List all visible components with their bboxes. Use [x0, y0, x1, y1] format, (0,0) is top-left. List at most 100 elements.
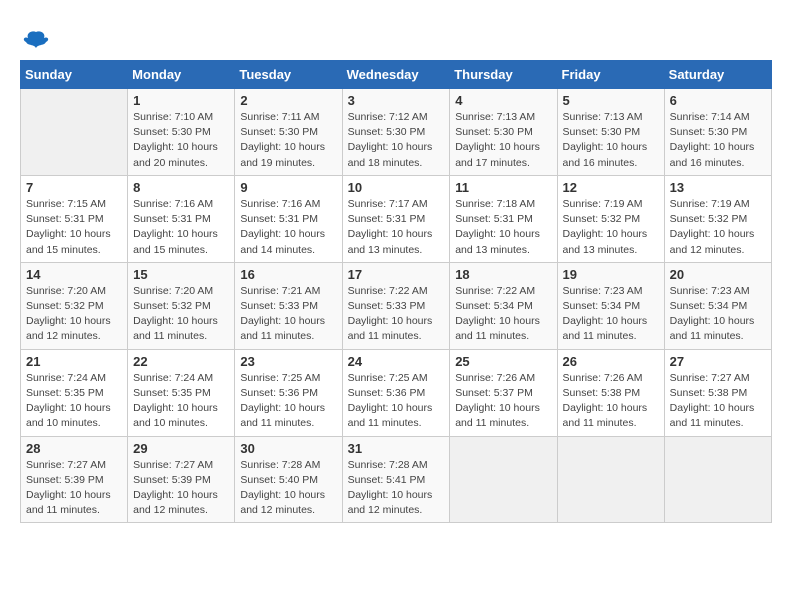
day-info: Sunrise: 7:13 AM Sunset: 5:30 PM Dayligh… [563, 110, 659, 171]
day-info: Sunrise: 7:20 AM Sunset: 5:32 PM Dayligh… [133, 284, 229, 345]
day-number: 15 [133, 267, 229, 282]
day-number: 26 [563, 354, 659, 369]
day-number: 5 [563, 93, 659, 108]
day-info: Sunrise: 7:15 AM Sunset: 5:31 PM Dayligh… [26, 197, 122, 258]
day-number: 7 [26, 180, 122, 195]
day-number: 20 [670, 267, 766, 282]
calendar-cell [664, 436, 771, 523]
calendar-cell: 15 Sunrise: 7:20 AM Sunset: 5:32 PM Dayli… [128, 262, 235, 349]
calendar-cell: 13 Sunrise: 7:19 AM Sunset: 5:32 PM Dayli… [664, 175, 771, 262]
day-number: 3 [348, 93, 445, 108]
day-info: Sunrise: 7:24 AM Sunset: 5:35 PM Dayligh… [26, 371, 122, 432]
calendar-cell: 30 Sunrise: 7:28 AM Sunset: 5:40 PM Dayli… [235, 436, 342, 523]
day-info: Sunrise: 7:23 AM Sunset: 5:34 PM Dayligh… [670, 284, 766, 345]
calendar-cell: 14 Sunrise: 7:20 AM Sunset: 5:32 PM Dayli… [21, 262, 128, 349]
calendar-cell: 2 Sunrise: 7:11 AM Sunset: 5:30 PM Daylig… [235, 89, 342, 176]
day-info: Sunrise: 7:27 AM Sunset: 5:38 PM Dayligh… [670, 371, 766, 432]
day-number: 31 [348, 441, 445, 456]
page-header [20, 24, 772, 52]
day-number: 29 [133, 441, 229, 456]
day-number: 16 [240, 267, 336, 282]
calendar-week-row: 14 Sunrise: 7:20 AM Sunset: 5:32 PM Dayli… [21, 262, 772, 349]
day-info: Sunrise: 7:25 AM Sunset: 5:36 PM Dayligh… [240, 371, 336, 432]
day-info: Sunrise: 7:22 AM Sunset: 5:33 PM Dayligh… [348, 284, 445, 345]
calendar-cell: 5 Sunrise: 7:13 AM Sunset: 5:30 PM Daylig… [557, 89, 664, 176]
day-info: Sunrise: 7:16 AM Sunset: 5:31 PM Dayligh… [133, 197, 229, 258]
calendar-header: SundayMondayTuesdayWednesdayThursdayFrid… [21, 61, 772, 89]
day-number: 30 [240, 441, 336, 456]
logo [20, 28, 50, 52]
day-number: 11 [455, 180, 551, 195]
calendar-cell: 4 Sunrise: 7:13 AM Sunset: 5:30 PM Daylig… [450, 89, 557, 176]
calendar-cell: 16 Sunrise: 7:21 AM Sunset: 5:33 PM Dayli… [235, 262, 342, 349]
calendar-cell: 9Sunrise: 7:16 AM Sunset: 5:31 PM Daylig… [235, 175, 342, 262]
weekday-header-thursday: Thursday [450, 61, 557, 89]
weekday-header-friday: Friday [557, 61, 664, 89]
calendar-cell [21, 89, 128, 176]
calendar-cell: 10 Sunrise: 7:17 AM Sunset: 5:31 PM Dayli… [342, 175, 450, 262]
calendar-week-row: 1 Sunrise: 7:10 AM Sunset: 5:30 PM Daylig… [21, 89, 772, 176]
day-info: Sunrise: 7:19 AM Sunset: 5:32 PM Dayligh… [563, 197, 659, 258]
calendar-cell: 31 Sunrise: 7:28 AM Sunset: 5:41 PM Dayli… [342, 436, 450, 523]
calendar-cell: 1 Sunrise: 7:10 AM Sunset: 5:30 PM Daylig… [128, 89, 235, 176]
calendar-cell: 3Sunrise: 7:12 AM Sunset: 5:30 PM Daylig… [342, 89, 450, 176]
day-number: 14 [26, 267, 122, 282]
calendar-week-row: 28 Sunrise: 7:27 AM Sunset: 5:39 PM Dayli… [21, 436, 772, 523]
day-info: Sunrise: 7:17 AM Sunset: 5:31 PM Dayligh… [348, 197, 445, 258]
calendar-cell [450, 436, 557, 523]
day-number: 23 [240, 354, 336, 369]
calendar-cell: 29Sunrise: 7:27 AM Sunset: 5:39 PM Dayli… [128, 436, 235, 523]
calendar-cell: 23 Sunrise: 7:25 AM Sunset: 5:36 PM Dayli… [235, 349, 342, 436]
day-info: Sunrise: 7:26 AM Sunset: 5:37 PM Dayligh… [455, 371, 551, 432]
day-number: 28 [26, 441, 122, 456]
weekday-header-row: SundayMondayTuesdayWednesdayThursdayFrid… [21, 61, 772, 89]
weekday-header-tuesday: Tuesday [235, 61, 342, 89]
calendar-cell: 6Sunrise: 7:14 AM Sunset: 5:30 PM Daylig… [664, 89, 771, 176]
day-number: 27 [670, 354, 766, 369]
day-info: Sunrise: 7:20 AM Sunset: 5:32 PM Dayligh… [26, 284, 122, 345]
day-number: 17 [348, 267, 445, 282]
day-number: 25 [455, 354, 551, 369]
day-number: 22 [133, 354, 229, 369]
day-info: Sunrise: 7:26 AM Sunset: 5:38 PM Dayligh… [563, 371, 659, 432]
weekday-header-sunday: Sunday [21, 61, 128, 89]
day-number: 12 [563, 180, 659, 195]
day-number: 24 [348, 354, 445, 369]
calendar-cell [557, 436, 664, 523]
day-number: 19 [563, 267, 659, 282]
day-info: Sunrise: 7:13 AM Sunset: 5:30 PM Dayligh… [455, 110, 551, 171]
calendar-cell: 17 Sunrise: 7:22 AM Sunset: 5:33 PM Dayli… [342, 262, 450, 349]
day-info: Sunrise: 7:18 AM Sunset: 5:31 PM Dayligh… [455, 197, 551, 258]
weekday-header-monday: Monday [128, 61, 235, 89]
calendar-week-row: 21 Sunrise: 7:24 AM Sunset: 5:35 PM Dayli… [21, 349, 772, 436]
day-info: Sunrise: 7:21 AM Sunset: 5:33 PM Dayligh… [240, 284, 336, 345]
day-number: 13 [670, 180, 766, 195]
weekday-header-wednesday: Wednesday [342, 61, 450, 89]
calendar-week-row: 7 Sunrise: 7:15 AM Sunset: 5:31 PM Daylig… [21, 175, 772, 262]
day-info: Sunrise: 7:28 AM Sunset: 5:41 PM Dayligh… [348, 458, 445, 519]
day-number: 2 [240, 93, 336, 108]
day-number: 1 [133, 93, 229, 108]
day-info: Sunrise: 7:11 AM Sunset: 5:30 PM Dayligh… [240, 110, 336, 171]
day-number: 4 [455, 93, 551, 108]
day-number: 10 [348, 180, 445, 195]
calendar-cell: 8 Sunrise: 7:16 AM Sunset: 5:31 PM Daylig… [128, 175, 235, 262]
calendar-table: SundayMondayTuesdayWednesdayThursdayFrid… [20, 60, 772, 523]
weekday-header-saturday: Saturday [664, 61, 771, 89]
day-number: 9 [240, 180, 336, 195]
day-info: Sunrise: 7:24 AM Sunset: 5:35 PM Dayligh… [133, 371, 229, 432]
day-info: Sunrise: 7:19 AM Sunset: 5:32 PM Dayligh… [670, 197, 766, 258]
calendar-body: 1 Sunrise: 7:10 AM Sunset: 5:30 PM Daylig… [21, 89, 772, 523]
day-info: Sunrise: 7:27 AM Sunset: 5:39 PM Dayligh… [26, 458, 122, 519]
day-info: Sunrise: 7:28 AM Sunset: 5:40 PM Dayligh… [240, 458, 336, 519]
day-info: Sunrise: 7:25 AM Sunset: 5:36 PM Dayligh… [348, 371, 445, 432]
calendar-cell: 21 Sunrise: 7:24 AM Sunset: 5:35 PM Dayli… [21, 349, 128, 436]
calendar-cell: 28 Sunrise: 7:27 AM Sunset: 5:39 PM Dayli… [21, 436, 128, 523]
day-number: 8 [133, 180, 229, 195]
calendar-cell: 12 Sunrise: 7:19 AM Sunset: 5:32 PM Dayli… [557, 175, 664, 262]
day-number: 18 [455, 267, 551, 282]
calendar-cell: 26 Sunrise: 7:26 AM Sunset: 5:38 PM Dayli… [557, 349, 664, 436]
day-info: Sunrise: 7:10 AM Sunset: 5:30 PM Dayligh… [133, 110, 229, 171]
day-number: 21 [26, 354, 122, 369]
calendar-cell: 25 Sunrise: 7:26 AM Sunset: 5:37 PM Dayli… [450, 349, 557, 436]
